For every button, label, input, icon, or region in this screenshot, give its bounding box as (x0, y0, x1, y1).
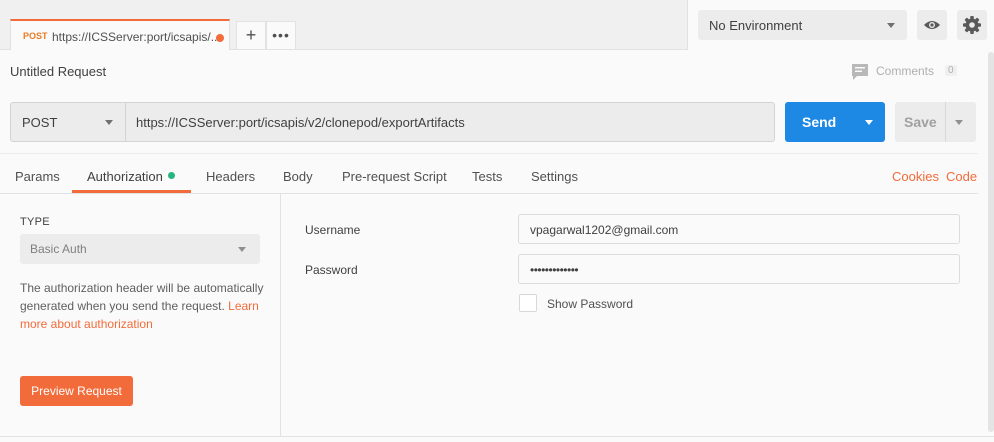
save-button-label: Save (904, 114, 937, 130)
active-tab-indicator (72, 190, 191, 193)
tab-tests[interactable]: Tests (472, 169, 502, 184)
tab-options-button[interactable]: ••• (266, 21, 296, 49)
save-button[interactable]: Save (895, 102, 976, 142)
environment-select-value: No Environment (709, 18, 803, 33)
settings-button[interactable] (957, 10, 987, 40)
request-tab[interactable]: POST https://ICSServer:port/icsapis/... (10, 19, 230, 50)
send-button[interactable]: Send (785, 102, 885, 142)
auth-type-select-value: Basic Auth (30, 242, 87, 256)
username-field[interactable]: vpagarwal1202@gmail.com (518, 214, 960, 244)
preview-request-button[interactable]: Preview Request (20, 376, 133, 406)
divider (945, 102, 946, 142)
chevron-down-icon[interactable] (865, 120, 873, 125)
tab-headers[interactable]: Headers (206, 169, 255, 184)
gear-icon (963, 16, 981, 34)
username-value: vpagarwal1202@gmail.com (530, 223, 679, 237)
request-title[interactable]: Untitled Request (10, 64, 106, 79)
request-tab-method: POST (23, 31, 48, 41)
auth-status-dot (168, 172, 175, 179)
tab-body[interactable]: Body (283, 169, 313, 184)
request-tabs: Params Authorization Headers Body Pre-re… (0, 153, 978, 194)
chevron-down-icon[interactable] (955, 120, 963, 125)
password-label: Password (305, 263, 358, 277)
show-password-checkbox[interactable] (519, 294, 537, 312)
username-label: Username (305, 223, 361, 237)
comment-icon (852, 64, 868, 80)
auth-type-select[interactable]: Basic Auth (20, 234, 260, 264)
send-button-label: Send (802, 114, 837, 130)
tab-authorization[interactable]: Authorization (87, 169, 163, 184)
chevron-down-icon (887, 23, 895, 28)
unsaved-indicator (216, 34, 224, 42)
environment-quick-look-button[interactable] (917, 10, 947, 40)
show-password-label[interactable]: Show Password (547, 297, 633, 311)
environment-select[interactable]: No Environment (698, 10, 907, 40)
password-value: ••••••••••••• (530, 263, 579, 277)
comments-count: 0 (945, 65, 957, 76)
chevron-down-icon (238, 247, 246, 252)
request-tab-url: https://ICSServer:port/icsapis/... (52, 30, 221, 44)
url-input-value: https://ICSServer:port/icsapis/v2/clonep… (136, 115, 465, 130)
code-link[interactable]: Code (946, 169, 977, 184)
auth-help-text: The authorization header will be automat… (20, 279, 264, 333)
cookies-link[interactable]: Cookies (892, 169, 939, 184)
eye-icon (924, 21, 940, 29)
method-select-value: POST (22, 115, 58, 130)
new-tab-button[interactable]: + (236, 21, 266, 49)
divider (0, 436, 994, 437)
chevron-down-icon (105, 120, 113, 125)
url-input[interactable]: https://ICSServer:port/icsapis/v2/clonep… (125, 102, 775, 142)
tab-pre-request-script[interactable]: Pre-request Script (342, 169, 447, 184)
auth-help-body: The authorization header will be automat… (20, 281, 264, 313)
method-select[interactable]: POST (10, 102, 126, 142)
tab-settings[interactable]: Settings (531, 169, 578, 184)
tab-params[interactable]: Params (15, 169, 60, 184)
comments-label: Comments (876, 64, 935, 78)
auth-type-label: TYPE (20, 216, 50, 228)
vertical-scrollbar[interactable] (988, 52, 994, 432)
password-field[interactable]: ••••••••••••• (518, 254, 960, 284)
